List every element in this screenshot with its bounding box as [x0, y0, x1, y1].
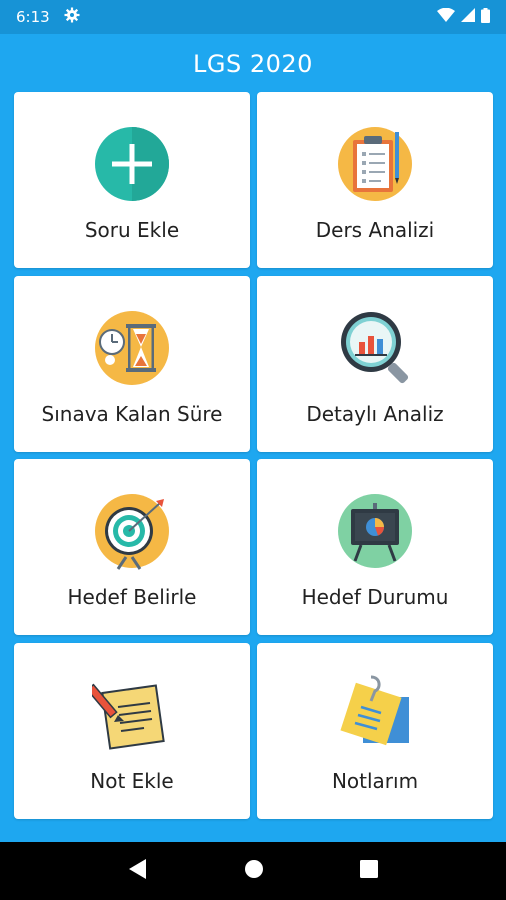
status-time: 6:13 — [16, 8, 50, 26]
note-pencil-icon — [86, 675, 172, 755]
clipboard-icon — [335, 124, 415, 204]
card-notlarim[interactable]: Notlarım — [257, 643, 493, 819]
battery-icon — [481, 7, 490, 27]
card-label: Hedef Belirle — [67, 585, 197, 609]
card-label: Not Ekle — [90, 769, 174, 793]
card-label: Ders Analizi — [315, 218, 435, 242]
card-label: Soru Ekle — [84, 218, 180, 242]
wifi-icon — [437, 7, 455, 26]
app-title: LGS 2020 — [193, 50, 313, 78]
presentation-board-icon — [335, 491, 415, 571]
add-circle-icon — [92, 124, 172, 204]
status-bar: 6:13 — [0, 0, 506, 34]
home-icon[interactable] — [244, 859, 264, 883]
magnifier-chart-icon — [335, 308, 415, 388]
card-hedef-belirle[interactable]: Hedef Belirle — [14, 459, 250, 635]
card-detayli-analiz[interactable]: Detaylı Analiz — [257, 276, 493, 452]
card-hedef-durumu[interactable]: Hedef Durumu — [257, 459, 493, 635]
settings-gear-icon — [64, 7, 80, 27]
back-icon[interactable] — [128, 858, 148, 884]
navigation-bar — [0, 842, 506, 900]
signal-icon — [461, 8, 475, 26]
card-ders-analizi[interactable]: Ders Analizi — [257, 92, 493, 268]
target-icon — [92, 491, 172, 571]
card-label: Detaylı Analiz — [306, 402, 444, 426]
card-not-ekle[interactable]: Not Ekle — [14, 643, 250, 819]
card-label: Sınava Kalan Süre — [41, 402, 223, 426]
card-label: Hedef Durumu — [301, 585, 449, 609]
card-label: Notlarım — [331, 769, 419, 793]
card-soru-ekle[interactable]: Soru Ekle — [14, 92, 250, 268]
hourglass-icon — [92, 308, 172, 388]
sticky-note-icon — [335, 675, 415, 755]
card-sinava-kalan-sure[interactable]: Sınava Kalan Süre — [14, 276, 250, 452]
recents-icon[interactable] — [360, 860, 378, 882]
